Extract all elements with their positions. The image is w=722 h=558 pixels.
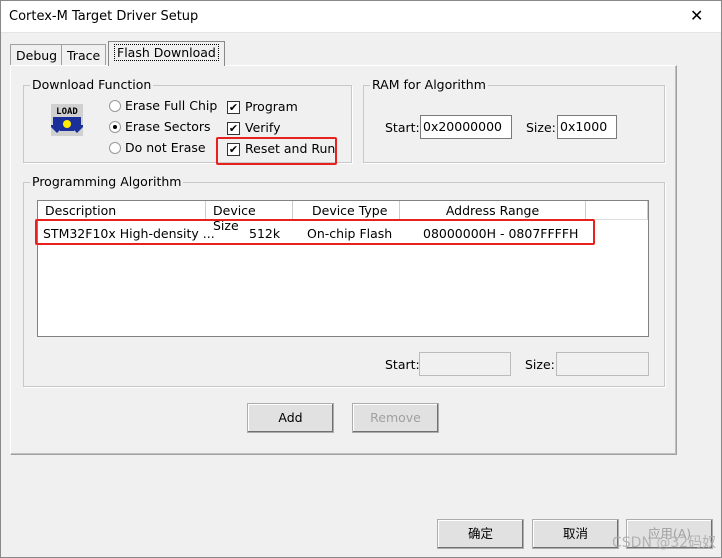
ram-start-input[interactable]: 0x20000000 — [420, 115, 512, 139]
highlight-box — [216, 137, 337, 165]
erase-sectors-radio[interactable] — [109, 121, 121, 133]
algo-size-input[interactable] — [556, 352, 649, 376]
column-header-device-type[interactable]: Device Type — [293, 201, 400, 220]
verify-label: Verify — [245, 120, 281, 135]
ok-button[interactable]: 确定 — [437, 519, 524, 549]
tab-label: Flash Download — [114, 44, 219, 61]
column-header-description[interactable]: Description — [38, 201, 206, 220]
group-title: Download Function — [30, 77, 154, 92]
add-button[interactable]: Add — [247, 403, 334, 433]
svg-text:LOAD: LOAD — [56, 107, 78, 117]
algo-start-input[interactable] — [419, 352, 511, 376]
load-icon: LOAD — [51, 104, 83, 136]
remove-button[interactable]: Remove — [352, 403, 439, 433]
ram-start-label: Start: — [385, 120, 420, 135]
cancel-button[interactable]: 取消 — [532, 519, 619, 549]
algo-size-label: Size: — [525, 357, 555, 372]
ram-group: RAM for Algorithm Start: 0x20000000 Size… — [363, 77, 665, 163]
window-title: Cortex-M Target Driver Setup — [9, 9, 199, 24]
erase-full-chip-radio[interactable] — [109, 100, 121, 112]
column-header-address-range[interactable]: Address Range — [400, 201, 586, 220]
column-header-device-size[interactable]: Device Size — [206, 201, 293, 233]
group-title: Programming Algorithm — [30, 174, 184, 189]
tab-debug[interactable]: Debug — [10, 44, 64, 66]
highlight-box — [35, 219, 595, 245]
tab-flash-download[interactable]: Flash Download — [108, 41, 225, 66]
algo-start-label: Start: — [385, 357, 420, 372]
watermark: CSDN @32码奴 — [612, 535, 717, 551]
erase-sectors-label: Erase Sectors — [125, 119, 211, 134]
close-icon[interactable]: ✕ — [690, 6, 703, 25]
ram-size-input[interactable]: 0x1000 — [557, 115, 617, 139]
erase-full-chip-label: Erase Full Chip — [125, 98, 218, 113]
do-not-erase-radio[interactable] — [109, 142, 121, 154]
ram-size-label: Size: — [526, 120, 556, 135]
verify-checkbox[interactable]: ✔ — [227, 122, 240, 135]
group-title: RAM for Algorithm — [370, 77, 488, 92]
do-not-erase-label: Do not Erase — [125, 140, 206, 155]
column-header-empty — [586, 201, 648, 220]
tab-trace[interactable]: Trace — [61, 44, 107, 66]
program-label: Program — [245, 99, 298, 114]
title-bar: Cortex-M Target Driver Setup ✕ — [0, 0, 722, 33]
program-checkbox[interactable]: ✔ — [227, 101, 240, 114]
